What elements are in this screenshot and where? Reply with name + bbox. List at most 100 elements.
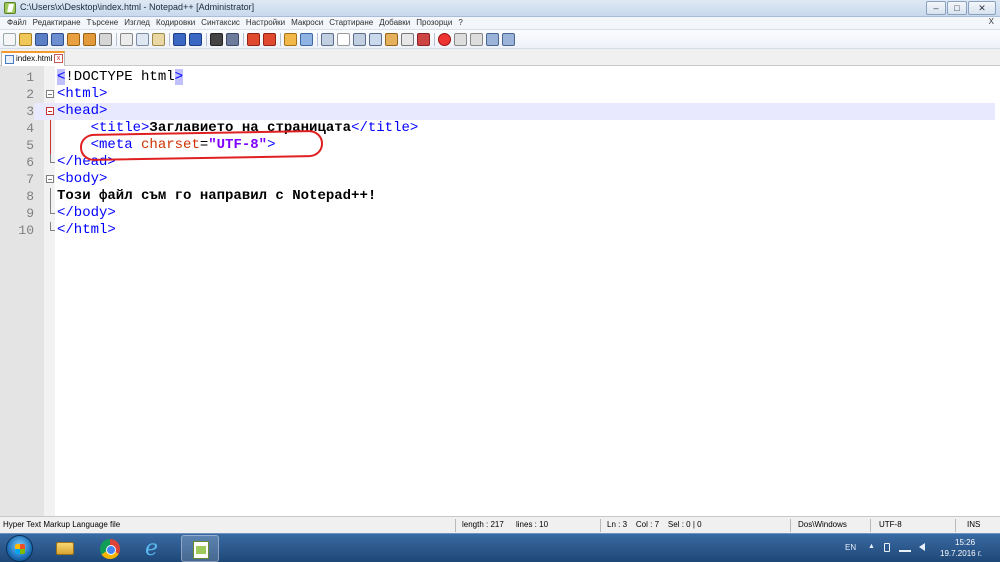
clock-time[interactable]: 15:26: [955, 538, 975, 547]
meta-close-bracket: >: [267, 137, 276, 153]
code-text: Този файл съм го направил с Notepad++!: [57, 188, 377, 204]
menu-run[interactable]: Стартиране: [326, 17, 376, 27]
close-document-button[interactable]: X: [989, 17, 994, 26]
menu-edit[interactable]: Редактиране: [30, 17, 84, 27]
equals-sign: =: [199, 137, 209, 153]
fold-guide: [46, 154, 55, 171]
status-bar: Hyper Text Markup Language file length :…: [0, 516, 1000, 533]
cut-icon[interactable]: [120, 33, 133, 46]
new-file-icon[interactable]: [3, 33, 16, 46]
status-insert-mode: INS: [967, 520, 981, 529]
zoom-out-icon[interactable]: [263, 33, 276, 46]
close-button[interactable]: ✕: [968, 1, 996, 15]
code-text: </body>: [57, 205, 116, 221]
line-number: 6: [26, 155, 34, 170]
replace-icon[interactable]: [226, 33, 239, 46]
tab-close-icon[interactable]: x: [54, 54, 63, 63]
paste-icon[interactable]: [152, 33, 165, 46]
fold-line: [50, 137, 51, 154]
status-lines: lines : 10: [516, 520, 549, 529]
status-separator: [600, 519, 601, 532]
indent-guide-icon[interactable]: [353, 33, 366, 46]
taskbar-explorer-button[interactable]: [46, 535, 84, 562]
sync-horizontal-icon[interactable]: [300, 33, 313, 46]
playback-icon[interactable]: [470, 33, 483, 46]
fold-guide: [46, 188, 55, 205]
menu-plugins[interactable]: Добавки: [376, 17, 413, 27]
menu-file[interactable]: Файл: [4, 17, 30, 27]
show-hidden-icons-button[interactable]: ▲: [868, 543, 875, 550]
line-number: 4: [26, 121, 34, 136]
fold-toggle[interactable]: [46, 171, 55, 188]
tab-index-html[interactable]: index.html x: [1, 51, 65, 66]
close-icon[interactable]: [67, 33, 80, 46]
clock-date[interactable]: 19.7.2016 г.: [940, 549, 982, 558]
toolbar-separator: [280, 33, 281, 46]
start-button-icon[interactable]: [6, 535, 33, 562]
copy-icon[interactable]: [136, 33, 149, 46]
taskbar-chrome-button[interactable]: [91, 535, 129, 562]
line-number: 9: [26, 206, 34, 221]
menu-search[interactable]: Търсене: [84, 17, 122, 27]
battery-icon[interactable]: [884, 543, 890, 552]
menu-macro[interactable]: Макроси: [288, 17, 326, 27]
zoom-in-icon[interactable]: [247, 33, 260, 46]
run-macro-multiple-icon[interactable]: [486, 33, 499, 46]
sync-vertical-icon[interactable]: [284, 33, 297, 46]
word-wrap-icon[interactable]: [321, 33, 334, 46]
minimize-button[interactable]: –: [926, 1, 946, 15]
toolbar-separator: [434, 33, 435, 46]
stop-recording-icon[interactable]: [454, 33, 467, 46]
fold-end-marker: [50, 154, 55, 163]
record-macro-icon[interactable]: [438, 33, 451, 46]
code-line-9: 9 </body>: [0, 205, 1000, 222]
menu-view[interactable]: Изглед: [121, 17, 153, 27]
close-all-icon[interactable]: [83, 33, 96, 46]
fold-end-marker: [50, 222, 55, 231]
redo-icon[interactable]: [189, 33, 202, 46]
find-icon[interactable]: [210, 33, 223, 46]
title-open-tag: <title>: [90, 120, 150, 136]
save-icon[interactable]: [35, 33, 48, 46]
document-map-icon[interactable]: [385, 33, 398, 46]
toolbar-separator: [317, 33, 318, 46]
vertical-scrollbar[interactable]: [995, 66, 1000, 516]
menu-language[interactable]: Синтаксис: [198, 17, 243, 27]
maximize-button[interactable]: □: [947, 1, 967, 15]
fold-line: [50, 120, 51, 137]
save-all-icon[interactable]: [51, 33, 64, 46]
taskbar-notepad-plus-plus-button[interactable]: [181, 535, 219, 562]
taskbar-ie-button[interactable]: e: [136, 535, 174, 562]
line-number: 1: [26, 70, 34, 85]
line-number: 3: [0, 103, 34, 120]
internet-explorer-icon: e: [145, 536, 159, 561]
function-list-icon[interactable]: [401, 33, 414, 46]
menu-settings[interactable]: Настройки: [243, 17, 288, 27]
undo-icon[interactable]: [173, 33, 186, 46]
fold-toggle[interactable]: [46, 86, 55, 103]
code-editor[interactable]: 1 <!DOCTYPE html> 2 <html> 3 <head> 4 <t…: [0, 66, 1000, 516]
menu-encoding[interactable]: Кодировки: [153, 17, 198, 27]
fold-toggle[interactable]: [46, 103, 55, 120]
show-all-characters-icon[interactable]: [337, 33, 350, 46]
code-line-1: 1 <!DOCTYPE html>: [0, 69, 1000, 86]
language-indicator[interactable]: EN: [845, 543, 856, 552]
fold-minus-icon: [46, 175, 54, 183]
doctype-close-bracket: >: [174, 69, 184, 85]
doctype-text: !DOCTYPE html: [65, 69, 175, 85]
volume-icon[interactable]: [919, 543, 925, 551]
charset-attribute: charset: [141, 137, 200, 153]
file-icon: [5, 55, 14, 64]
status-separator: [455, 519, 456, 532]
save-macro-icon[interactable]: [502, 33, 515, 46]
folder-as-workspace-icon[interactable]: [417, 33, 430, 46]
menu-window[interactable]: Прозорци: [413, 17, 455, 27]
fold-guide: [46, 222, 55, 239]
network-signal-icon[interactable]: [899, 543, 911, 552]
open-file-icon[interactable]: [19, 33, 32, 46]
language-define-icon[interactable]: [369, 33, 382, 46]
menu-help[interactable]: ?: [455, 17, 465, 27]
toolbar-separator: [116, 33, 117, 46]
windows-taskbar: e EN ▲ 15:26 19.7.2016 г.: [0, 533, 1000, 562]
print-icon[interactable]: [99, 33, 112, 46]
